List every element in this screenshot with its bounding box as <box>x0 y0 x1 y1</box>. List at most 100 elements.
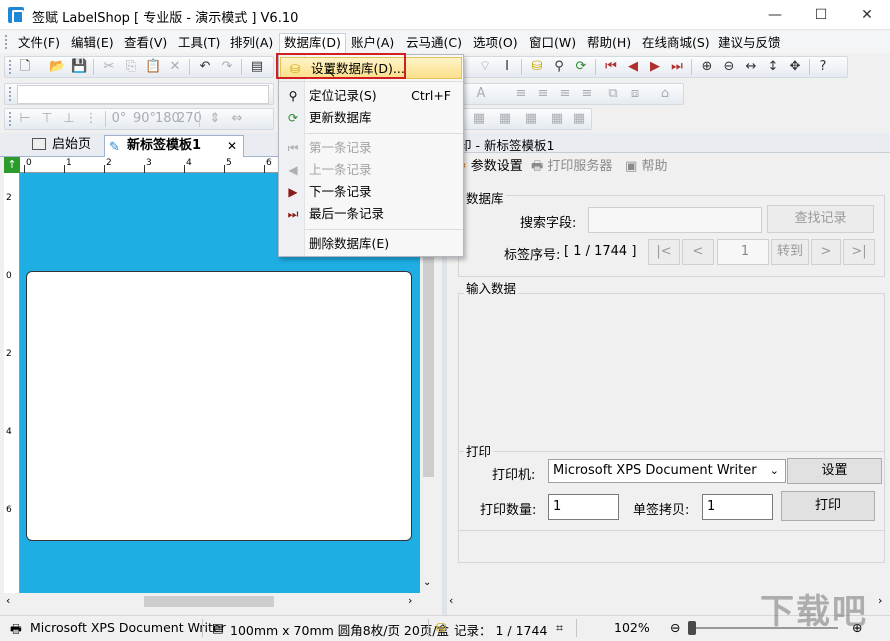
nav-last-button[interactable]: >| <box>843 239 875 265</box>
record-number-input[interactable]: 1 <box>717 239 769 265</box>
tab-print-server[interactable]: 🖶 打印服务器 <box>531 155 621 175</box>
menu-options[interactable]: 选项(O) <box>469 34 522 52</box>
align-center-icon[interactable]: ≡ <box>535 86 551 102</box>
rotate-270-icon[interactable]: 270 <box>177 111 202 127</box>
image-stretch-icon[interactable]: ▦ <box>549 111 565 127</box>
menu-edit[interactable]: 编辑(E) <box>67 34 118 52</box>
wifi-icon[interactable]: ⌔ <box>477 59 493 75</box>
label-page[interactable] <box>26 271 412 541</box>
ruler-origin-icon[interactable]: ↑ <box>4 157 20 173</box>
menu-window[interactable]: 窗口(W) <box>525 34 580 52</box>
print-button[interactable]: 打印 <box>781 491 875 521</box>
same-width-icon[interactable]: ⇔ <box>229 111 245 127</box>
scroll-thumb[interactable] <box>144 596 274 607</box>
menubar-grip[interactable] <box>5 35 8 49</box>
menu-item-last-record[interactable]: ⏭ 最后一条记录 <box>279 203 463 225</box>
menu-tools[interactable]: 工具(T) <box>174 34 224 52</box>
text-cursor-icon[interactable]: I <box>499 59 515 75</box>
nav-first-button[interactable]: |< <box>648 239 680 265</box>
toolbar-grip[interactable] <box>9 87 12 101</box>
scroll-right-icon[interactable]: › <box>878 594 882 607</box>
menu-feedback[interactable]: 建议与反馈 <box>714 34 785 52</box>
image-align-icon[interactable]: ▦ <box>497 111 513 127</box>
align-objects-left-icon[interactable]: ⊢ <box>17 111 33 127</box>
menu-item-first-record[interactable]: ⏮ 第一条记录 <box>279 137 463 159</box>
menu-file[interactable]: 文件(F) <box>14 34 64 52</box>
tab-home[interactable]: 启始页 <box>30 135 100 157</box>
find-record-button[interactable]: 查找记录 <box>767 205 874 233</box>
font-color-icon[interactable]: A <box>473 86 489 102</box>
menu-yunmatong[interactable]: 云马通(C) <box>402 34 466 52</box>
menu-item-prev-record[interactable]: ◀ 上一条记录 <box>279 159 463 181</box>
scroll-left-icon[interactable]: ‹ <box>449 594 453 607</box>
menu-help[interactable]: 帮助(H) <box>583 34 635 52</box>
lock-icon[interactable]: ⌂ <box>657 86 673 102</box>
group-icon[interactable]: ⧉ <box>605 86 621 102</box>
menu-account[interactable]: 账户(A) <box>347 34 398 52</box>
menu-view[interactable]: 查看(V) <box>120 34 171 52</box>
menu-item-delete-database[interactable]: 删除数据库(E) <box>279 233 463 255</box>
menu-arrange[interactable]: 排列(A) <box>226 34 277 52</box>
last-record-icon[interactable]: ⏭ <box>669 59 685 75</box>
distribute-icon[interactable]: ⋮ <box>83 111 99 127</box>
next-record-icon[interactable]: ▶ <box>647 59 663 75</box>
cut-icon[interactable]: ✂ <box>101 59 117 75</box>
ungroup-icon[interactable]: ⧈ <box>627 86 643 102</box>
open-folder-icon[interactable]: 📂 <box>49 59 65 75</box>
search-field-input[interactable] <box>588 207 762 233</box>
align-right-icon[interactable]: ≡ <box>557 86 573 102</box>
print-quantity-input[interactable]: 1 <box>548 494 619 520</box>
database-icon[interactable]: ⛁ <box>529 59 545 75</box>
nav-next-button[interactable]: > <box>811 239 841 265</box>
rotate-0-icon[interactable]: 0° <box>111 111 127 127</box>
maximize-button[interactable]: ☐ <box>798 0 844 30</box>
new-file-icon[interactable]: 🗋 <box>17 59 33 75</box>
redo-icon[interactable]: ↷ <box>219 59 235 75</box>
copies-input[interactable]: 1 <box>702 494 773 520</box>
page-setup-icon[interactable]: ▤ <box>249 59 265 75</box>
zoom-in-icon[interactable]: ⊕ <box>699 59 715 75</box>
close-button[interactable]: ✕ <box>844 0 890 30</box>
save-icon[interactable]: 💾 <box>71 59 87 75</box>
menu-online-store[interactable]: 在线商城(S) <box>638 34 714 52</box>
rotate-90-icon[interactable]: 90° <box>133 111 156 127</box>
menu-item-update-database[interactable]: ⟳ 更新数据库 <box>279 107 463 129</box>
scroll-right-icon[interactable]: › <box>408 594 412 607</box>
undo-icon[interactable]: ↶ <box>197 59 213 75</box>
zoom-slider-thumb[interactable] <box>688 621 696 635</box>
menu-database[interactable]: 数据库(D) <box>279 33 346 54</box>
minimize-button[interactable]: — <box>752 0 798 30</box>
copy-icon[interactable]: ⎘ <box>123 59 139 75</box>
image-icon[interactable]: ▦ <box>471 111 487 127</box>
tab-help[interactable]: ▣ 帮助 <box>625 155 675 175</box>
goto-button[interactable]: 转到 <box>771 239 809 265</box>
align-left-icon[interactable]: ≡ <box>513 86 529 102</box>
refresh-icon[interactable]: ⟳ <box>573 59 589 75</box>
help-icon[interactable]: ? <box>815 59 831 75</box>
toolbar-grip[interactable] <box>9 112 12 126</box>
printer-select[interactable]: Microsoft XPS Document Writer ⌄ <box>548 459 786 483</box>
printer-settings-button[interactable]: 设置 <box>787 458 882 484</box>
paste-icon[interactable]: 📋 <box>145 59 161 75</box>
image-tile-icon[interactable]: ▦ <box>571 111 587 127</box>
fit-page-icon[interactable]: ✥ <box>787 59 803 75</box>
toolbar-grip[interactable] <box>9 60 12 74</box>
prev-record-icon[interactable]: ◀ <box>625 59 641 75</box>
align-objects-bottom-icon[interactable]: ⊥ <box>61 111 77 127</box>
image-fit-icon[interactable]: ▦ <box>523 111 539 127</box>
first-record-icon[interactable]: ⏮ <box>603 59 619 75</box>
same-height-icon[interactable]: ⇕ <box>207 111 223 127</box>
justify-icon[interactable]: ≡ <box>579 86 595 102</box>
tab-params[interactable]: ⚙ 参数设置 <box>455 155 535 175</box>
scroll-down-icon[interactable]: ⌄ <box>423 577 431 588</box>
close-tab-icon[interactable]: ✕ <box>227 136 237 156</box>
scroll-left-icon[interactable]: ‹ <box>6 594 10 607</box>
zoom-out-icon[interactable]: ⊖ <box>670 620 680 635</box>
binoculars-icon[interactable]: ⚲ <box>551 59 567 75</box>
fit-height-icon[interactable]: ↕ <box>765 59 781 75</box>
horizontal-scrollbar[interactable]: ‹ › <box>4 593 420 610</box>
fit-width-icon[interactable]: ↔ <box>743 59 759 75</box>
menu-item-next-record[interactable]: ▶ 下一条记录 <box>279 181 463 203</box>
delete-icon[interactable]: ✕ <box>167 59 183 75</box>
align-objects-top-icon[interactable]: ⊤ <box>39 111 55 127</box>
